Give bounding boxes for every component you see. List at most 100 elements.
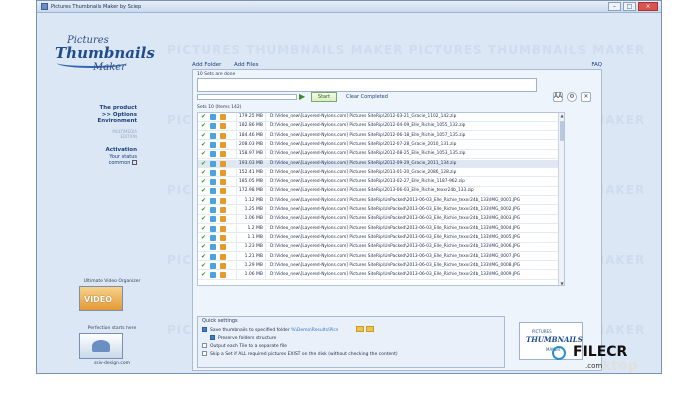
edit-icon[interactable] xyxy=(220,123,226,130)
skip-checkbox[interactable] xyxy=(202,351,207,356)
start-button[interactable]: Start xyxy=(311,92,337,102)
picture-icon[interactable] xyxy=(210,132,216,139)
add-folder-link[interactable]: Add Folder xyxy=(192,62,221,68)
table-row[interactable]: ✔ 1.25 MB D:\Video_new\[Layered-Nylons.com… xyxy=(198,206,564,215)
separate-checkbox[interactable] xyxy=(202,343,207,348)
status-box xyxy=(197,78,537,92)
app-logo: Pictures Thumbnails Maker xyxy=(55,35,155,91)
edit-icon[interactable] xyxy=(220,262,226,269)
edit-icon[interactable] xyxy=(220,272,226,279)
table-row[interactable]: ✔ 1.06 MB D:\Video_new\[Layered-Nylons.com… xyxy=(198,215,564,224)
edit-icon[interactable] xyxy=(220,132,226,139)
video-organizer-ad[interactable]: VIDEO xyxy=(79,286,123,311)
edit-icon[interactable] xyxy=(220,169,226,176)
status-icon[interactable] xyxy=(132,159,137,165)
edit-icon[interactable] xyxy=(220,188,226,195)
row-path: D:\Video_new\[Layered-Nylons.com] Pictur… xyxy=(270,114,457,119)
picture-icon[interactable] xyxy=(210,272,216,279)
table-row[interactable]: ✔ 179.25 MB D:\Video_new\[Layered-Nylons.c… xyxy=(198,113,564,122)
edit-icon[interactable] xyxy=(220,197,226,204)
edit-icon[interactable] xyxy=(220,234,226,241)
settings-icon[interactable]: ⚙ xyxy=(567,92,577,102)
edit-icon[interactable] xyxy=(220,151,226,158)
play-icon[interactable]: ▶ xyxy=(299,92,307,101)
folder-open-icon[interactable] xyxy=(366,326,374,332)
table-row[interactable]: ✔ 172.98 MB D:\Video_new\[Layered-Nylons.c… xyxy=(198,187,564,197)
picture-icon[interactable] xyxy=(210,141,216,148)
minimize-button[interactable]: – xyxy=(608,2,621,11)
table-row[interactable]: ✔ 193.03 MB D:\Video_new\[Layered-Nylons.c… xyxy=(198,159,564,169)
vertical-scrollbar[interactable]: ▲ ▼ xyxy=(558,113,564,285)
table-row[interactable]: ✔ 152.41 MB D:\Video_new\[Layered-Nylons.c… xyxy=(198,168,564,178)
preserve-checkbox[interactable] xyxy=(210,335,215,340)
design-ad[interactable] xyxy=(79,333,123,359)
picture-icon[interactable] xyxy=(210,169,216,176)
app-icon xyxy=(41,3,48,10)
table-row[interactable]: ✔ 1.2 MB D:\Video_new\[Layered-Nylons.com]… xyxy=(198,224,564,234)
scroll-up-icon[interactable]: ▲ xyxy=(559,113,564,119)
edit-icon[interactable] xyxy=(220,253,226,260)
edit-icon[interactable] xyxy=(220,207,226,213)
picture-icon[interactable] xyxy=(210,188,216,195)
clear-all-icon[interactable]: ✕ xyxy=(581,92,591,102)
picture-icon[interactable] xyxy=(210,197,216,204)
picture-icon[interactable] xyxy=(210,244,216,251)
edit-icon[interactable] xyxy=(220,141,226,148)
picture-icon[interactable] xyxy=(210,234,216,241)
ad-label: Ultimate Video Organizer xyxy=(83,279,141,284)
nav-link-environment[interactable]: Environment xyxy=(51,118,137,125)
table-row[interactable]: ✔ 185.05 MB D:\Video_new\[Layered-Nylons.c… xyxy=(198,178,564,187)
table-row[interactable]: ✔ 1.06 MB D:\Video_new\[Layered-Nylons.com… xyxy=(198,271,564,280)
scroll-thumb[interactable] xyxy=(560,121,564,141)
scroll-down-icon[interactable]: ▼ xyxy=(559,281,564,285)
skip-option[interactable]: Skip a Set if ALL required pictures EXIS… xyxy=(202,351,398,357)
row-path: D:\Video_new\[Layered-Nylons.com] Pictur… xyxy=(270,262,521,268)
picture-icon[interactable] xyxy=(210,114,216,120)
table-row[interactable]: ✔ 182.86 MB D:\Video_new\[Layered-Nylons.c… xyxy=(198,122,564,131)
table-row[interactable]: ✔ 1.29 MB D:\Video_new\[Layered-Nylons.com… xyxy=(198,261,564,271)
row-path: D:\Video_new\[Layered-Nylons.com] Pictur… xyxy=(270,253,521,259)
picture-icon[interactable] xyxy=(210,225,216,232)
row-size: 208.03 MB xyxy=(236,140,266,149)
separate-option[interactable]: Output each Tile to a separate file xyxy=(202,343,287,349)
table-row[interactable]: ✔ 158.97 MB D:\Video_new\[Layered-Nylons.c… xyxy=(198,150,564,159)
picture-icon[interactable] xyxy=(210,160,216,167)
clear-completed-link[interactable]: Clear Completed xyxy=(346,94,388,100)
table-row[interactable]: ✔ 1.21 MB D:\Video_new\[Layered-Nylons.com… xyxy=(198,252,564,262)
edit-icon[interactable] xyxy=(220,179,226,186)
picture-icon[interactable] xyxy=(210,179,216,186)
save-checkbox[interactable] xyxy=(202,327,207,332)
save-option[interactable]: Save thumbnails to specified folder %\De… xyxy=(202,327,338,333)
preserve-option[interactable]: Preserve folders structure xyxy=(210,335,276,341)
edition-label: EDITION xyxy=(120,133,137,139)
picture-icon[interactable] xyxy=(210,262,216,269)
picture-icon[interactable] xyxy=(210,253,216,260)
nav-product: The product >> Options Environment xyxy=(51,105,137,125)
edit-icon[interactable] xyxy=(220,225,226,232)
picture-icon[interactable] xyxy=(210,123,216,130)
table-row[interactable]: ✔ 1.12 MB D:\Video_new\[Layered-Nylons.com… xyxy=(198,196,564,206)
picture-icon[interactable] xyxy=(210,216,216,223)
add-files-link[interactable]: Add Files xyxy=(234,62,258,68)
edit-icon[interactable] xyxy=(220,244,226,251)
row-size: 185.05 MB xyxy=(236,178,266,187)
faq-link[interactable]: FAQ xyxy=(591,62,602,68)
save-path[interactable]: %\Demo\Results\Pics xyxy=(291,328,338,333)
text-tool-icon[interactable]: ÅÅ xyxy=(553,92,563,102)
edit-icon[interactable] xyxy=(220,160,226,167)
edit-icon[interactable] xyxy=(220,216,226,223)
check-icon: ✔ xyxy=(201,271,207,279)
picture-icon[interactable] xyxy=(210,207,216,213)
table-row[interactable]: ✔ 1.23 MB D:\Video_new\[Layered-Nylons.com… xyxy=(198,243,564,252)
close-button[interactable]: × xyxy=(638,2,658,11)
table-row[interactable]: ✔ 208.03 MB D:\Video_new\[Layered-Nylons.c… xyxy=(198,140,564,150)
row-path: D:\Video_new\[Layered-Nylons.com] Pictur… xyxy=(270,197,521,203)
folder-icon[interactable] xyxy=(356,326,364,332)
check-icon: ✔ xyxy=(201,178,207,186)
row-size: 1.06 MB xyxy=(236,215,266,224)
edit-icon[interactable] xyxy=(220,114,226,120)
table-row[interactable]: ✔ 1.1 MB D:\Video_new\[Layered-Nylons.com]… xyxy=(198,233,564,243)
table-row[interactable]: ✔ 184.46 MB D:\Video_new\[Layered-Nylons.c… xyxy=(198,131,564,141)
picture-icon[interactable] xyxy=(210,151,216,158)
maximize-button[interactable]: □ xyxy=(623,2,636,11)
